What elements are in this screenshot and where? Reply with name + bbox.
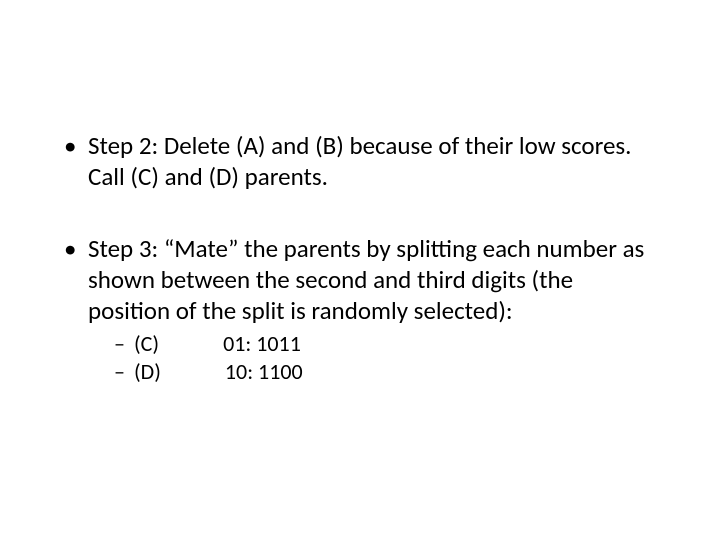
bullet-list: Step 2: Delete (A) and (B) because of th…: [60, 130, 660, 385]
bullet-step2-text: Step 2: Delete (A) and (B) because of th…: [88, 130, 632, 192]
slide: Step 2: Delete (A) and (B) because of th…: [0, 0, 720, 540]
sub-item-d-label: (D): [134, 358, 161, 385]
bullet-step2: Step 2: Delete (A) and (B) because of th…: [60, 130, 660, 193]
sub-item-c-value: 01: 1011: [223, 330, 301, 357]
sub-item-d-value: 10: 1100: [225, 358, 303, 385]
sub-item-d: (D) 10: 1100: [114, 358, 660, 386]
bullet-step3: Step 3: “Mate” the parents by splitting …: [60, 233, 660, 386]
sub-item-c: (C) 01: 1011: [114, 330, 660, 358]
sub-list: (C) 01: 1011 (D) 10: 1100: [88, 330, 660, 385]
sub-item-c-label: (C): [134, 330, 159, 357]
bullet-step3-text: Step 3: “Mate” the parents by splitting …: [88, 233, 644, 327]
